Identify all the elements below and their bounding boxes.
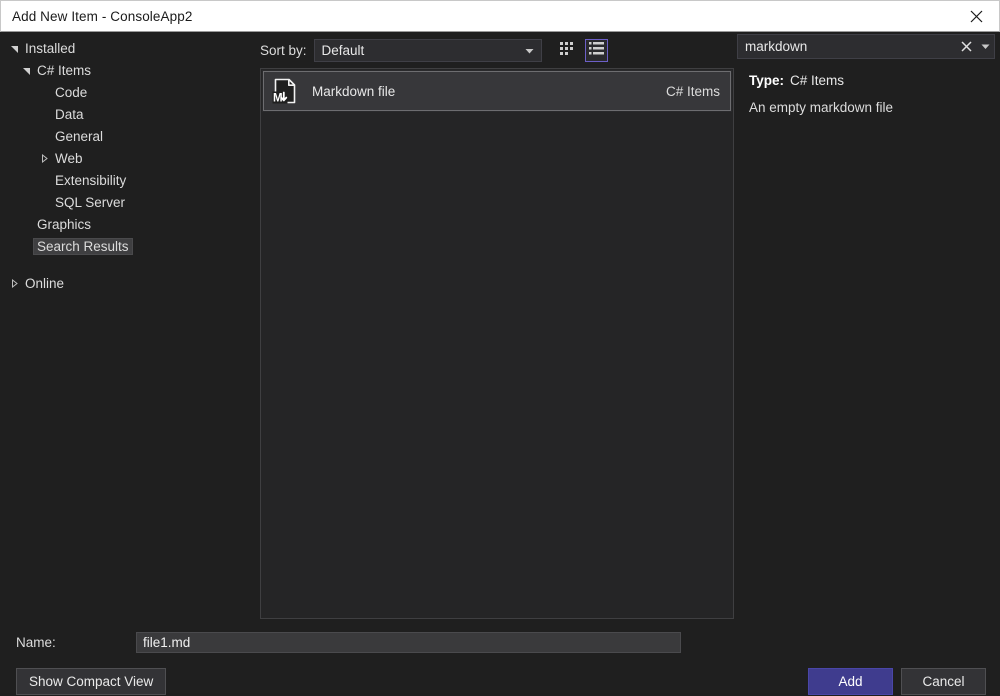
- chevron-right-icon[interactable]: [36, 154, 52, 163]
- detail-type-label: Type:: [749, 73, 784, 88]
- sort-by-label: Sort by:: [260, 43, 307, 58]
- tree-item-label: Search Results: [34, 239, 132, 254]
- list-item-name: Markdown file: [312, 84, 666, 99]
- tree-item-web[interactable]: Web: [0, 147, 258, 169]
- sort-by-dropdown[interactable]: Default: [314, 39, 542, 62]
- sort-by-value: Default: [315, 43, 365, 58]
- tree-item-label: Online: [22, 276, 67, 291]
- details-content: Type: C# Items An empty markdown file: [737, 59, 1000, 118]
- show-compact-view-button[interactable]: Show Compact View: [16, 668, 166, 695]
- tree-item-label: General: [52, 129, 106, 144]
- name-row: Name: file1.md: [0, 622, 1000, 656]
- search-input[interactable]: markdown: [737, 34, 995, 59]
- add-button[interactable]: Add: [808, 668, 893, 695]
- details-panel: markdown Type: C# Items An empty markdown…: [737, 34, 1000, 622]
- tree-item-label: Web: [52, 151, 86, 166]
- tree-item-data[interactable]: Data: [0, 103, 258, 125]
- title-bar: Add New Item - ConsoleApp2: [0, 0, 1000, 32]
- tree-item-general[interactable]: General: [0, 125, 258, 147]
- category-tree: Installed C# Items Code Data General: [0, 32, 258, 622]
- detail-description: An empty markdown file: [749, 99, 988, 118]
- clear-icon[interactable]: [956, 41, 976, 52]
- detail-type-value: C# Items: [790, 73, 844, 88]
- search-dropdown-icon[interactable]: [976, 44, 994, 50]
- close-icon: [970, 10, 983, 23]
- footer-buttons: Show Compact View Add Cancel: [0, 666, 1000, 696]
- list-item[interactable]: M Markdown file C# Items: [263, 71, 731, 111]
- list-view-button[interactable]: [585, 39, 608, 62]
- chevron-down-icon[interactable]: [6, 44, 22, 53]
- tree-item-csharp-items[interactable]: C# Items: [0, 59, 258, 81]
- chevron-down-icon: [525, 43, 534, 58]
- tree-item-installed[interactable]: Installed: [0, 37, 258, 59]
- tree-item-graphics[interactable]: Graphics: [0, 213, 258, 235]
- grid-view-button[interactable]: [556, 39, 579, 62]
- tree-item-label: SQL Server: [52, 195, 128, 210]
- name-field[interactable]: file1.md: [136, 632, 681, 653]
- template-list-panel[interactable]: M Markdown file C# Items: [260, 68, 734, 619]
- tree-item-label: C# Items: [34, 63, 94, 78]
- chevron-down-icon[interactable]: [18, 66, 34, 75]
- detail-type-row: Type: C# Items: [749, 73, 988, 88]
- name-label: Name:: [16, 635, 136, 650]
- list-toolbar: Sort by: Default: [260, 34, 734, 66]
- window-title: Add New Item - ConsoleApp2: [1, 9, 192, 24]
- tree-item-extensibility[interactable]: Extensibility: [0, 169, 258, 191]
- markdown-file-icon: M: [270, 76, 300, 106]
- list-item-category: C# Items: [666, 84, 720, 99]
- cancel-button[interactable]: Cancel: [901, 668, 986, 695]
- close-button[interactable]: [953, 1, 999, 31]
- tree-item-code[interactable]: Code: [0, 81, 258, 103]
- tree-item-sql-server[interactable]: SQL Server: [0, 191, 258, 213]
- list-view-icon: [589, 41, 604, 59]
- tree-item-label: Extensibility: [52, 173, 129, 188]
- view-mode-buttons: [556, 39, 608, 62]
- dialog-body: Installed C# Items Code Data General: [0, 32, 1000, 622]
- tree-item-label: Graphics: [34, 217, 94, 232]
- search-value: markdown: [738, 39, 956, 54]
- grid-view-icon: [560, 41, 575, 59]
- tree-item-search-results[interactable]: Search Results: [0, 235, 258, 257]
- tree-item-online[interactable]: Online: [0, 272, 258, 294]
- tree-item-label: Data: [52, 107, 87, 122]
- tree-item-label: Installed: [22, 41, 78, 56]
- chevron-right-icon[interactable]: [6, 279, 22, 288]
- dialog-footer: Name: file1.md Show Compact View Add Can…: [0, 622, 1000, 693]
- tree-item-label: Code: [52, 85, 90, 100]
- add-new-item-dialog: Add New Item - ConsoleApp2 Installed: [0, 0, 1000, 693]
